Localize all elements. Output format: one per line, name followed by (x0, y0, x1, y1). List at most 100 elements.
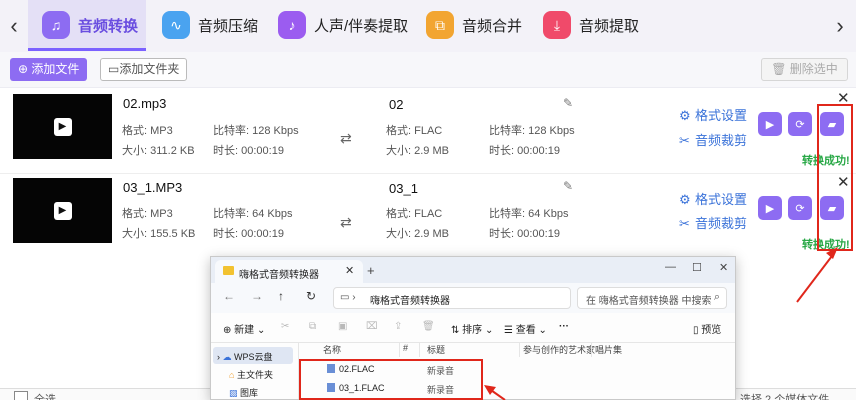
edit-pencil-icon[interactable]: ✎ (563, 96, 573, 110)
nav-label: 图库 (240, 388, 259, 398)
tab-audio-merge[interactable]: ⧉ 音频合并 (426, 0, 522, 50)
explorer-tab-title: 嗨格式音频转换器 (239, 270, 319, 281)
selection-count: 选择 2 个媒体文件 (740, 394, 830, 400)
edit-pencil-icon[interactable]: ✎ (563, 179, 573, 193)
add-file-label: 添加文件 (31, 62, 80, 76)
back-arrow-icon[interactable]: ← (223, 289, 235, 303)
audio-trim-link[interactable]: ✂ 音频裁剪 (679, 130, 747, 149)
delete-selected-button[interactable]: 🗑 删除选中 (761, 58, 848, 81)
close-tab-icon[interactable]: ✕ (345, 264, 354, 277)
cut-icon[interactable]: ✂ (281, 321, 289, 332)
active-tab-underline (28, 48, 146, 51)
preview-pane-button[interactable]: ▯ 预览 (693, 321, 721, 336)
nav-item-wps-cloud[interactable]: › ☁ WPS云盘 (217, 350, 273, 363)
explorer-command-bar: ⊕ 新建 ⌄ ✂ ⧉ ▣ ⌧ ⇪ 🗑 ⇅ 排序 ⌄ ☰ 查看 ⌄ ··· ▯ 预… (211, 313, 735, 343)
paste-icon[interactable]: ▣ (338, 321, 347, 332)
video-thumbnail[interactable]: ▶ (13, 94, 112, 159)
format-setting-link[interactable]: ⚙ 格式设置 (679, 105, 747, 124)
tab-label: 音频转换 (78, 17, 139, 35)
column-header-album[interactable]: 唱片集 (595, 343, 622, 356)
gallery-icon: ▧ (229, 388, 238, 398)
format-setting-link[interactable]: ⚙ 格式设置 (679, 189, 747, 208)
trash-icon: 🗑 (771, 62, 790, 76)
address-path-field[interactable]: ▭ › 嗨格式音频转换器 (333, 287, 571, 309)
minimize-icon[interactable]: — (665, 261, 676, 273)
convert-button[interactable]: ⟳ (788, 112, 812, 136)
video-thumbnail[interactable]: ▶ (13, 178, 112, 243)
explorer-search-field[interactable]: 在 嗨格式音频转换器 中搜索 ⌕ (577, 287, 727, 309)
column-separator (419, 343, 420, 357)
source-duration: 时长: 00:00:19 (213, 228, 284, 240)
sort-button[interactable]: ⇅ 排序 ⌄ (451, 321, 493, 336)
convert-arrows-icon: ⇄ (340, 214, 352, 230)
tab-label: 音频提取 (579, 17, 640, 35)
source-bitrate: 比特率: 128 Kbps (213, 125, 299, 137)
source-size: 大小: 311.2 KB (122, 145, 195, 157)
column-separator (399, 343, 400, 357)
format-setting-label: 格式设置 (695, 192, 748, 207)
audio-trim-link[interactable]: ✂ 音频裁剪 (679, 213, 747, 232)
column-header-title[interactable]: 标题 (427, 343, 445, 356)
play-button[interactable]: ▶ (758, 112, 782, 136)
view-button[interactable]: ☰ 查看 ⌄ (504, 321, 547, 336)
tab-label: 音频压缩 (198, 17, 259, 35)
scroll-right-arrow-icon[interactable]: › (830, 12, 850, 40)
explorer-tab[interactable]: 嗨格式音频转换器 ✕ (215, 260, 363, 283)
column-separator (591, 343, 592, 357)
column-separator (519, 343, 520, 357)
output-file-name[interactable]: 03_1 (389, 181, 418, 196)
file-row[interactable]: ▶ 02.mp3 格式: MP3 比特率: 128 Kbps 大小: 311.2… (0, 90, 856, 170)
nav-item-home[interactable]: ⌂ 主文件夹 (229, 368, 273, 381)
gear-icon: ⚙ (679, 108, 691, 123)
vocal-icon: ♪ (278, 11, 306, 39)
search-icon: ⌕ (713, 291, 720, 303)
play-icon: ▶ (53, 117, 72, 136)
nav-label: 主文件夹 (236, 370, 273, 380)
select-all-checkbox[interactable] (14, 391, 28, 400)
folder-icon (223, 266, 234, 275)
new-tab-plus-icon[interactable]: + (367, 263, 375, 278)
red-arrow-line (796, 251, 836, 303)
home-icon: ⌂ (229, 370, 235, 380)
convert-button[interactable]: ⟳ (788, 196, 812, 220)
forward-arrow-icon[interactable]: → (251, 289, 263, 303)
source-bitrate: 比特率: 64 Kbps (213, 208, 293, 220)
column-header-name[interactable]: 名称 (323, 343, 341, 356)
close-window-icon[interactable]: ✕ (719, 261, 728, 274)
new-button[interactable]: ⊕ 新建 ⌄ (223, 321, 265, 336)
source-size: 大小: 155.5 KB (122, 228, 196, 240)
add-file-button[interactable]: ⊕ 添加文件 (10, 58, 88, 81)
copy-icon[interactable]: ⧉ (309, 321, 316, 332)
up-arrow-icon[interactable]: ↑ (278, 289, 284, 303)
share-icon[interactable]: ⇪ (394, 321, 402, 332)
tab-vocal-extract[interactable]: ♪ 人声/伴奏提取 (278, 0, 408, 50)
scroll-left-arrow-icon[interactable]: ‹ (4, 12, 24, 40)
refresh-icon[interactable]: ↻ (306, 289, 316, 303)
source-file-name: 03_1.MP3 (123, 180, 183, 195)
maximize-icon[interactable]: ☐ (692, 261, 702, 274)
view-label: 查看 (515, 325, 536, 336)
output-bitrate: 比特率: 64 Kbps (489, 208, 569, 220)
column-header-number[interactable]: # (403, 343, 408, 353)
output-size: 大小: 2.9 MB (386, 145, 449, 157)
play-button[interactable]: ▶ (758, 196, 782, 220)
rename-icon[interactable]: ⌧ (366, 321, 378, 332)
audio-trim-label: 音频裁剪 (695, 133, 748, 148)
new-label: 新建 (234, 325, 255, 336)
column-header-artist[interactable]: 参与创作的艺术家 (523, 343, 595, 356)
add-folder-button[interactable]: ▭添加文件夹 (100, 58, 188, 81)
output-duration: 时长: 00:00:19 (489, 228, 560, 240)
cloud-icon: ☁ (222, 352, 232, 362)
source-file-name: 02.mp3 (123, 96, 167, 111)
nav-item-gallery[interactable]: ▧ 图库 (229, 386, 258, 399)
file-row[interactable]: ▶ 03_1.MP3 格式: MP3 比特率: 64 Kbps 大小: 155.… (0, 173, 856, 253)
nav-label: WPS云盘 (234, 352, 273, 362)
tab-audio-convert[interactable]: ♫ 音频转换 (28, 0, 146, 50)
tab-audio-compress[interactable]: ∿ 音频压缩 (162, 0, 258, 50)
search-placeholder: 在 嗨格式音频转换器 中搜索 (586, 296, 712, 307)
output-file-name[interactable]: 02 (389, 97, 403, 112)
delete-icon[interactable]: 🗑 (422, 321, 435, 332)
tab-audio-extract[interactable]: ⤓ 音频提取 (543, 0, 639, 50)
output-size: 大小: 2.9 MB (386, 228, 449, 240)
more-options-button[interactable]: ··· (559, 321, 569, 332)
